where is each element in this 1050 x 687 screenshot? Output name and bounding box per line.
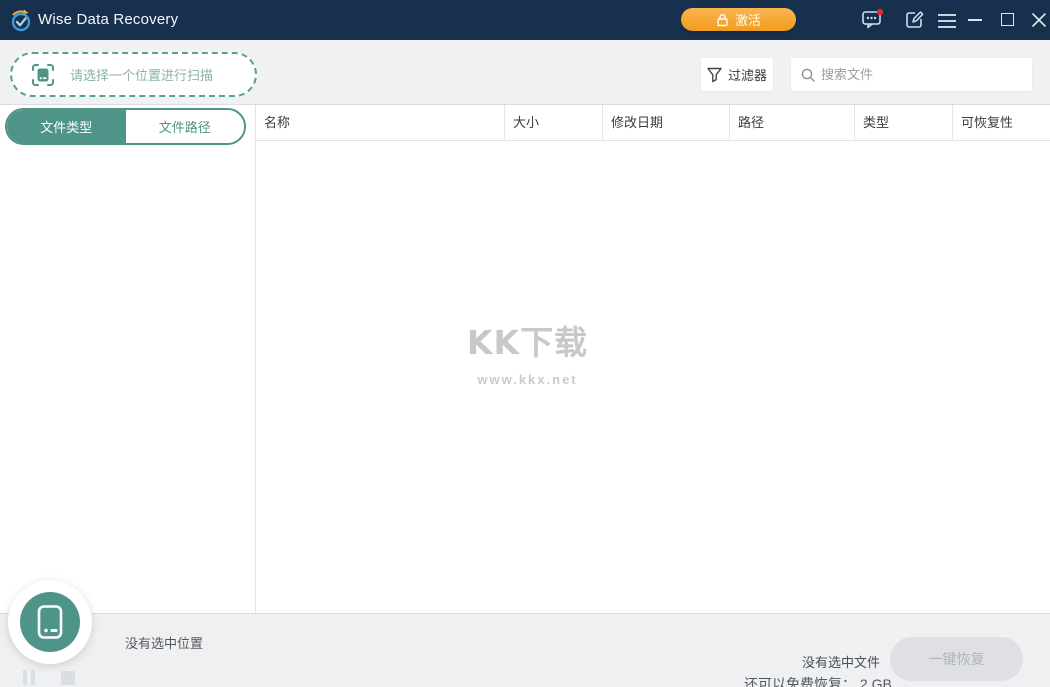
edit-feedback-icon[interactable] — [903, 8, 925, 30]
free-quota-label: 还可以免费恢复： 2 GB — [744, 676, 892, 687]
watermark-url: www.kkx.net — [477, 372, 578, 387]
search-input[interactable] — [821, 58, 1026, 91]
tab-file-type[interactable]: 文件类型 — [7, 110, 126, 143]
activate-button[interactable]: 激活 — [681, 8, 796, 31]
search-box — [790, 57, 1033, 92]
column-header-modified-date[interactable]: 修改日期 — [602, 105, 729, 141]
column-header-name[interactable]: 名称 — [256, 105, 504, 141]
storage-device-icon — [37, 605, 63, 639]
messages-icon[interactable] — [861, 8, 883, 30]
recover-button[interactable]: 一键恢复 — [890, 637, 1023, 681]
watermark-title: KK下载 — [466, 323, 589, 362]
sidebar-panel: 文件类型 文件路径 — [0, 105, 256, 613]
drive-select-fab[interactable] — [8, 580, 92, 664]
select-location-label: 请选择一个位置进行扫描 — [70, 68, 214, 83]
notification-badge — [876, 8, 883, 16]
column-header-size[interactable]: 大小 — [504, 105, 602, 141]
stop-scan-icon[interactable] — [61, 671, 75, 685]
maximize-button[interactable] — [1001, 13, 1014, 26]
filter-funnel-icon — [707, 67, 722, 82]
search-icon — [801, 68, 815, 82]
column-header-recoverability[interactable]: 可恢复性 — [952, 105, 1050, 141]
view-tabs: 文件类型 文件路径 — [5, 108, 246, 145]
select-location-button[interactable]: 请选择一个位置进行扫描 — [10, 52, 257, 97]
menu-icon[interactable] — [936, 10, 958, 32]
app-window: Wise Data Recovery 激活 请选择一个位置进行扫描 过滤器 搜索… — [0, 0, 1050, 687]
app-title: Wise Data Recovery — [38, 11, 179, 28]
column-header-type[interactable]: 类型 — [854, 105, 952, 141]
results-table-header: 名称 大小 修改日期 路径 类型 可恢复性 — [256, 105, 1050, 141]
filter-button[interactable]: 过滤器 — [700, 57, 774, 92]
minimize-button[interactable] — [968, 19, 982, 21]
tab-file-path[interactable]: 文件路径 — [125, 110, 244, 143]
column-header-path[interactable]: 路径 — [729, 105, 854, 141]
toolbar: 请选择一个位置进行扫描 过滤器 — [0, 40, 1050, 105]
drive-circle — [20, 592, 80, 652]
filter-label: 过滤器 — [727, 68, 767, 83]
activate-label: 激活 — [734, 13, 761, 28]
titlebar: Wise Data Recovery 激活 — [0, 0, 1050, 40]
location-status: 没有选中位置 — [125, 636, 204, 651]
pause-scan-icon[interactable] — [23, 670, 37, 685]
lock-icon — [717, 13, 728, 26]
close-button[interactable] — [1031, 12, 1047, 28]
watermark: KK下载 www.kkx.net — [455, 316, 600, 387]
scan-drive-icon — [32, 63, 54, 86]
app-logo-icon — [11, 9, 31, 32]
selection-status: 没有选中文件 — [802, 655, 881, 670]
